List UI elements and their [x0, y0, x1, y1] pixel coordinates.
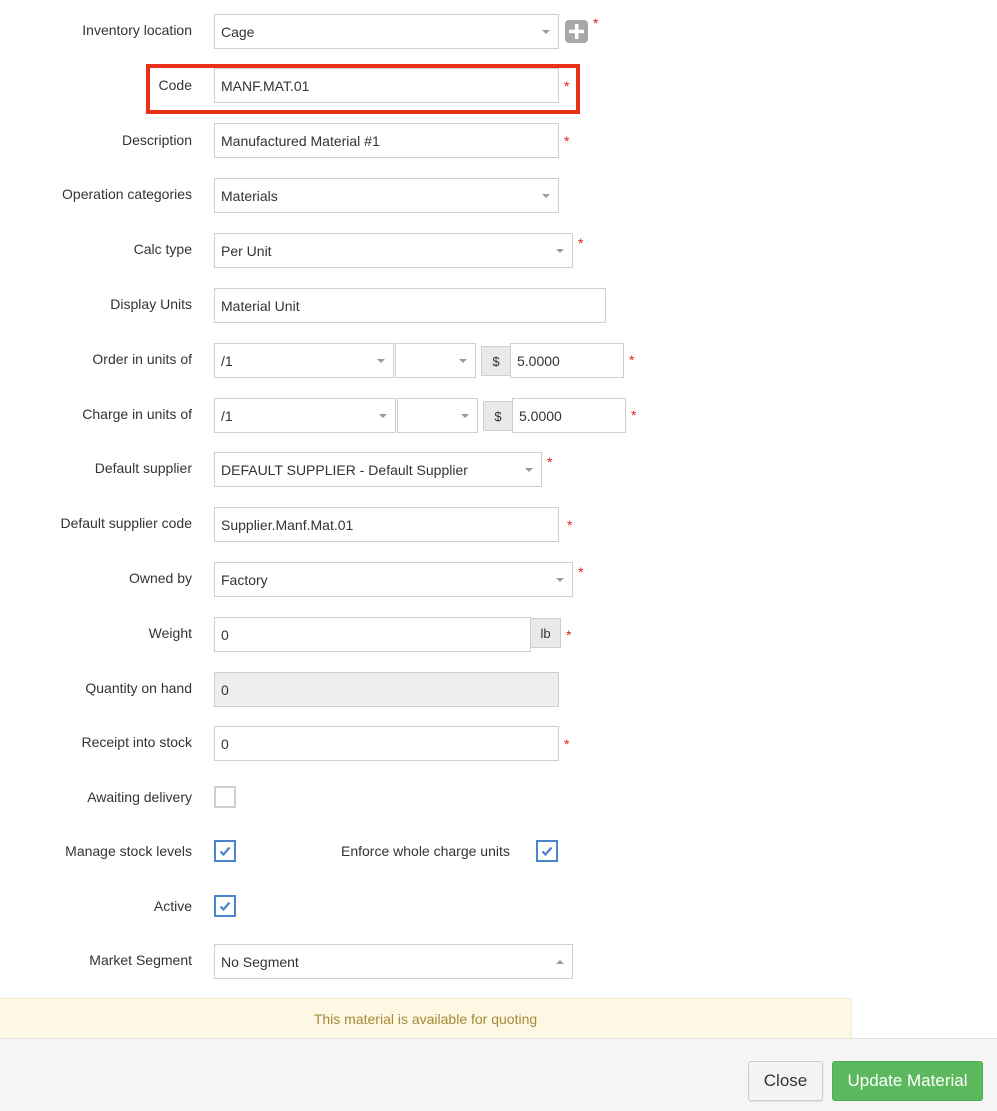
manage-stock-levels-checkbox[interactable]	[214, 840, 236, 862]
default-supplier-code-label: Default supplier code	[60, 515, 192, 531]
quantity-on-hand-label: Quantity on hand	[85, 680, 192, 696]
receipt-into-stock-label: Receipt into stock	[81, 734, 193, 750]
required-marker: *	[578, 235, 584, 251]
calc-type-select[interactable]: Per Unit	[214, 233, 573, 268]
weight-input[interactable]: 0	[214, 617, 531, 652]
chevron-down-icon	[556, 249, 564, 253]
order-in-units-label: Order in units of	[92, 351, 192, 367]
weight-unit-addon: lb	[530, 618, 561, 648]
weight-value: 0	[221, 626, 229, 643]
chevron-down-icon	[379, 414, 387, 418]
description-label: Description	[121, 132, 192, 148]
default-supplier-code-input[interactable]: Supplier.Manf.Mat.01	[214, 507, 559, 542]
required-marker: *	[566, 627, 572, 643]
required-marker: *	[567, 517, 573, 533]
receipt-into-stock-value: 0	[221, 735, 229, 752]
display-units-input[interactable]: Material Unit	[214, 288, 606, 323]
receipt-into-stock-input[interactable]: 0	[214, 726, 559, 761]
order-subunit-select[interactable]	[395, 343, 476, 378]
required-marker: *	[629, 352, 635, 368]
quoting-notice: This material is available for quoting	[0, 998, 852, 1038]
owned-by-value: Factory	[221, 571, 268, 588]
calc-type-value: Per Unit	[221, 242, 272, 259]
order-currency-addon: $	[481, 346, 511, 376]
order-unit-value: /1	[221, 352, 233, 369]
quantity-on-hand-value: 0	[221, 681, 229, 698]
inventory-location-value: Cage	[221, 23, 255, 40]
calc-type-label: Calc type	[133, 241, 192, 257]
operation-categories-label: Operation categories	[62, 186, 192, 202]
plus-icon	[569, 24, 584, 39]
chevron-down-icon	[461, 414, 469, 418]
charge-currency-addon: $	[483, 401, 513, 431]
inventory-location-label: Inventory location	[82, 22, 192, 38]
required-marker: *	[593, 15, 599, 31]
display-units-label: Display Units	[110, 296, 192, 312]
close-button[interactable]: Close	[748, 1061, 823, 1101]
enforce-whole-charge-units-checkbox[interactable]	[536, 840, 558, 862]
required-marker: *	[631, 407, 637, 423]
operation-categories-value: Materials	[221, 187, 278, 204]
order-price-input[interactable]: 5.0000	[510, 343, 624, 378]
required-marker: *	[578, 564, 584, 580]
default-supplier-code-value: Supplier.Manf.Mat.01	[221, 516, 354, 533]
inventory-location-select[interactable]: Cage	[214, 14, 559, 49]
default-supplier-label: Default supplier	[94, 460, 192, 476]
required-marker: *	[564, 133, 570, 149]
chevron-down-icon	[556, 578, 564, 582]
awaiting-delivery-checkbox[interactable]	[214, 786, 236, 808]
chevron-up-icon	[556, 960, 564, 964]
weight-label: Weight	[148, 625, 192, 641]
active-label: Active	[153, 898, 192, 914]
charge-unit-value: /1	[221, 407, 233, 424]
market-segment-label: Market Segment	[89, 952, 192, 968]
quoting-notice-text: This material is available for quoting	[313, 1010, 538, 1027]
check-icon	[541, 846, 553, 857]
code-value: MANF.MAT.01	[221, 77, 310, 94]
awaiting-delivery-label: Awaiting delivery	[87, 789, 192, 805]
default-supplier-value: DEFAULT SUPPLIER - Default Supplier	[221, 461, 468, 478]
required-marker: *	[564, 78, 570, 94]
required-marker: *	[547, 454, 553, 470]
quantity-on-hand-input: 0	[214, 672, 559, 707]
charge-price-input[interactable]: 5.0000	[512, 398, 626, 433]
chevron-down-icon	[542, 194, 550, 198]
required-marker: *	[564, 736, 570, 752]
market-segment-select[interactable]: No Segment	[214, 944, 573, 979]
update-material-button[interactable]: Update Material	[832, 1061, 983, 1101]
charge-price-value: 5.0000	[519, 407, 562, 424]
charge-subunit-select[interactable]	[397, 398, 478, 433]
check-icon	[219, 846, 231, 857]
charge-unit-select[interactable]: /1	[214, 398, 396, 433]
default-supplier-select[interactable]: DEFAULT SUPPLIER - Default Supplier	[214, 452, 542, 487]
chevron-down-icon	[542, 30, 550, 34]
check-icon	[219, 901, 231, 912]
description-input[interactable]: Manufactured Material #1	[214, 123, 559, 158]
charge-in-units-label: Charge in units of	[82, 406, 192, 422]
operation-categories-select[interactable]: Materials	[214, 178, 559, 213]
chevron-down-icon	[525, 468, 533, 472]
display-units-value: Material Unit	[221, 297, 300, 314]
owned-by-label: Owned by	[128, 570, 192, 586]
chevron-down-icon	[459, 359, 467, 363]
order-unit-select[interactable]: /1	[214, 343, 394, 378]
code-input[interactable]: MANF.MAT.01	[214, 68, 559, 103]
manage-stock-levels-label: Manage stock levels	[65, 843, 192, 859]
owned-by-select[interactable]: Factory	[214, 562, 573, 597]
order-price-value: 5.0000	[517, 352, 560, 369]
enforce-whole-charge-units-label: Enforce whole charge units	[341, 843, 510, 859]
chevron-down-icon	[377, 359, 385, 363]
market-segment-value: No Segment	[221, 953, 299, 970]
description-value: Manufactured Material #1	[221, 132, 380, 149]
add-location-button[interactable]	[565, 20, 588, 43]
code-label: Code	[158, 77, 192, 93]
modal-footer: Close Update Material	[0, 1038, 997, 1111]
active-checkbox[interactable]	[214, 895, 236, 917]
